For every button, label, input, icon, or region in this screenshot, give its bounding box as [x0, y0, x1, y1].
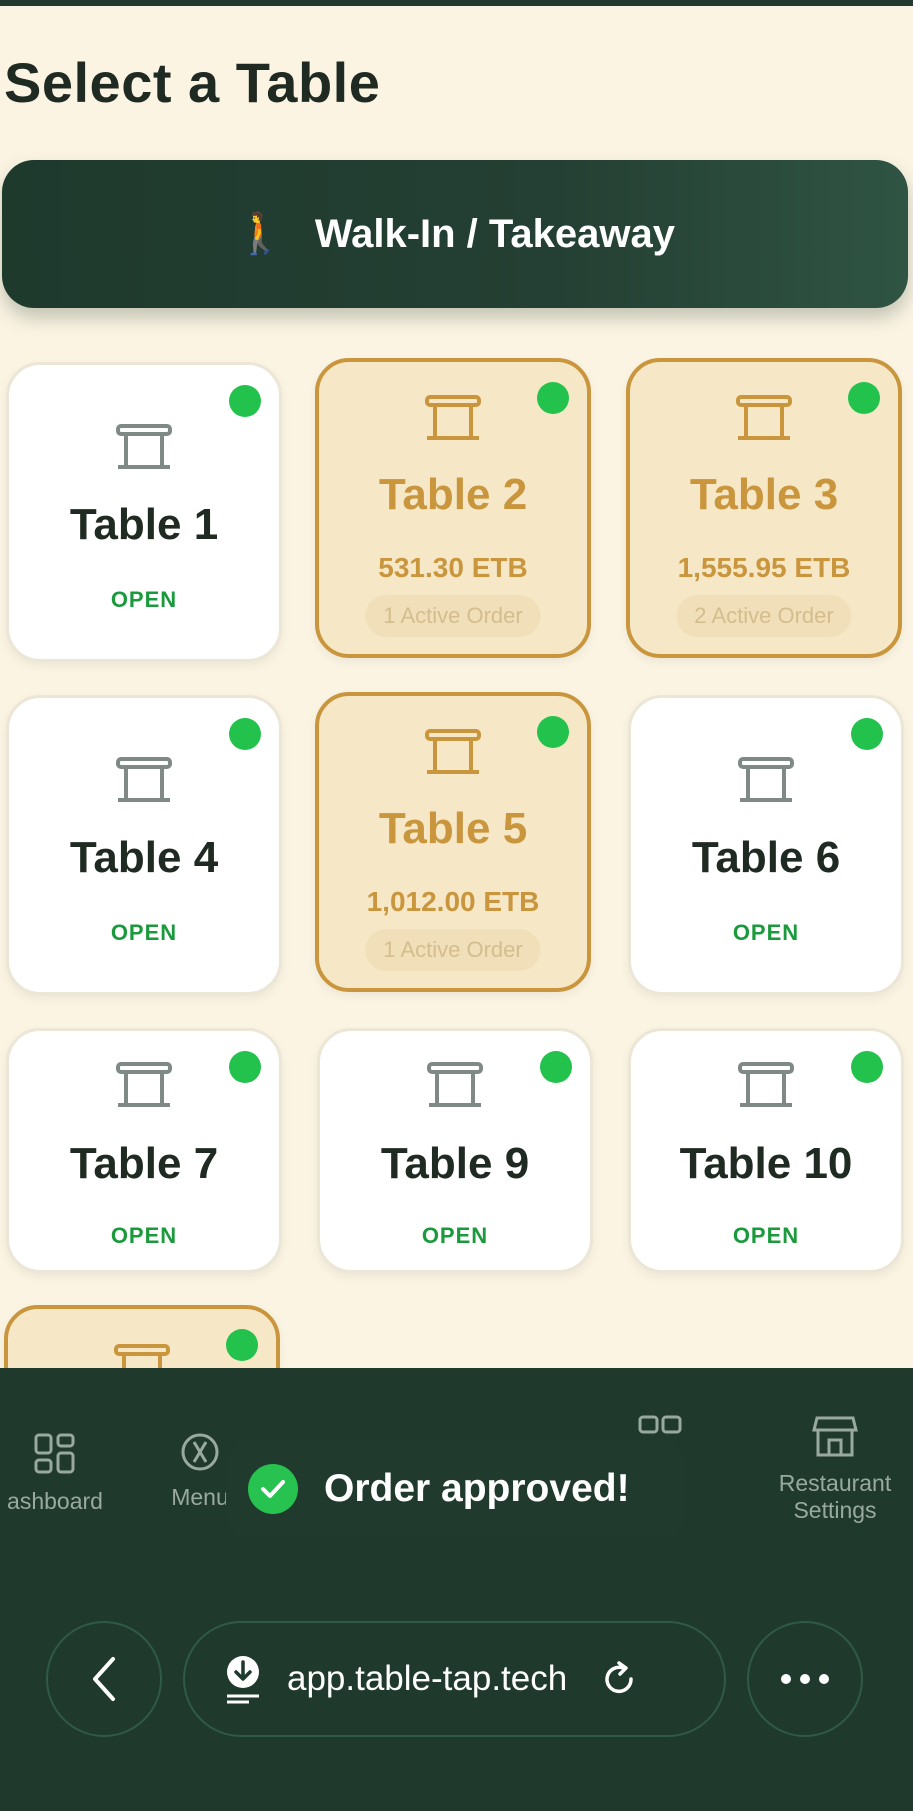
- table-icon: [425, 395, 481, 440]
- menu-icon: [181, 1433, 219, 1471]
- table-name: Table 7: [69, 1139, 219, 1188]
- status-dot: [537, 716, 569, 748]
- toast-notification: Order approved!: [226, 1440, 686, 1538]
- table-name: Table 2: [378, 470, 528, 519]
- table-name: Table 3: [689, 470, 839, 519]
- active-orders-badge: 1 Active Order: [365, 929, 541, 971]
- table-card[interactable]: Table 9 OPEN: [317, 1028, 593, 1273]
- table-grid: Table 1 OPEN Table 2 531.30 ETB 1 Active…: [0, 0, 913, 1370]
- table-status: OPEN: [732, 1223, 800, 1248]
- table-name: Table 1: [69, 500, 219, 549]
- active-orders-badge: 1 Active Order: [365, 595, 541, 637]
- table-card[interactable]: Table 3 1,555.95 ETB 2 Active Order: [626, 358, 902, 658]
- status-dot: [229, 385, 261, 417]
- browser-back-button[interactable]: [46, 1621, 162, 1737]
- table-icon: [738, 757, 794, 802]
- status-dot: [540, 1051, 572, 1083]
- table-name: Table 6: [691, 833, 841, 882]
- table-icon: [427, 1062, 483, 1107]
- nav-settings-label-2: Settings: [793, 1497, 877, 1523]
- table-icon: [738, 1062, 794, 1107]
- status-dot: [537, 382, 569, 414]
- table-amount: 531.30 ETB: [378, 552, 528, 583]
- reload-icon[interactable]: [599, 1659, 639, 1699]
- toast-message: Order approved!: [324, 1467, 630, 1510]
- table-icon: [736, 395, 792, 440]
- table-status: OPEN: [421, 1223, 489, 1248]
- table-card[interactable]: Table 10 OPEN: [628, 1028, 904, 1273]
- browser-url-bar[interactable]: app.table-tap.tech: [183, 1621, 726, 1737]
- status-dot: [851, 718, 883, 750]
- table-card[interactable]: Table 2 531.30 ETB 1 Active Order: [315, 358, 591, 658]
- nav-restaurant-settings[interactable]: Restaurant Settings: [760, 1414, 910, 1524]
- table-name: Table 10: [679, 1139, 853, 1188]
- chevron-left-icon: [93, 1657, 115, 1701]
- table-icon: [114, 1344, 170, 1370]
- nav-orders[interactable]: [610, 1414, 710, 1441]
- table-icon: [425, 729, 481, 774]
- nav-dashboard-label: ashboard: [7, 1488, 103, 1514]
- nav-settings-label-1: Restaurant: [778, 1470, 892, 1496]
- download-icon: [227, 1656, 259, 1704]
- table-icon: [116, 757, 172, 802]
- table-name: Table 5: [378, 804, 528, 853]
- table-card[interactable]: Table 4 OPEN: [6, 695, 282, 995]
- browser-more-button[interactable]: [747, 1621, 863, 1737]
- table-name: Table 4: [69, 833, 219, 882]
- status-dot: [229, 718, 261, 750]
- table-card[interactable]: Table 6 OPEN: [628, 695, 904, 995]
- dashboard-icon: [34, 1433, 75, 1474]
- check-circle-icon: [248, 1464, 298, 1514]
- nav-menu-label: Menu: [171, 1484, 229, 1510]
- table-amount: 1,012.00 ETB: [366, 886, 540, 917]
- table-status: OPEN: [110, 1223, 178, 1248]
- orders-icon: [638, 1415, 682, 1434]
- table-name: Table 9: [380, 1139, 530, 1188]
- table-card[interactable]: Table 5 1,012.00 ETB 1 Active Order: [315, 692, 591, 992]
- nav-dashboard[interactable]: ashboard: [0, 1432, 110, 1515]
- table-status: OPEN: [110, 587, 178, 612]
- status-dot: [848, 382, 880, 414]
- table-status: OPEN: [110, 920, 178, 945]
- table-amount: 1,555.95 ETB: [677, 552, 851, 583]
- table-status: OPEN: [732, 920, 800, 945]
- table-card[interactable]: Table 1 OPEN: [6, 362, 282, 662]
- table-card-partial[interactable]: [4, 1305, 280, 1370]
- active-orders-badge: 2 Active Order: [676, 595, 852, 637]
- url-text: app.table-tap.tech: [287, 1659, 568, 1698]
- status-dot: [229, 1051, 261, 1083]
- table-icon: [116, 424, 172, 469]
- store-icon: [812, 1416, 858, 1457]
- table-icon: [116, 1062, 172, 1107]
- status-dot: [851, 1051, 883, 1083]
- table-card[interactable]: Table 7 OPEN: [6, 1028, 282, 1273]
- status-dot: [226, 1329, 258, 1361]
- more-dots-icon: [781, 1674, 829, 1684]
